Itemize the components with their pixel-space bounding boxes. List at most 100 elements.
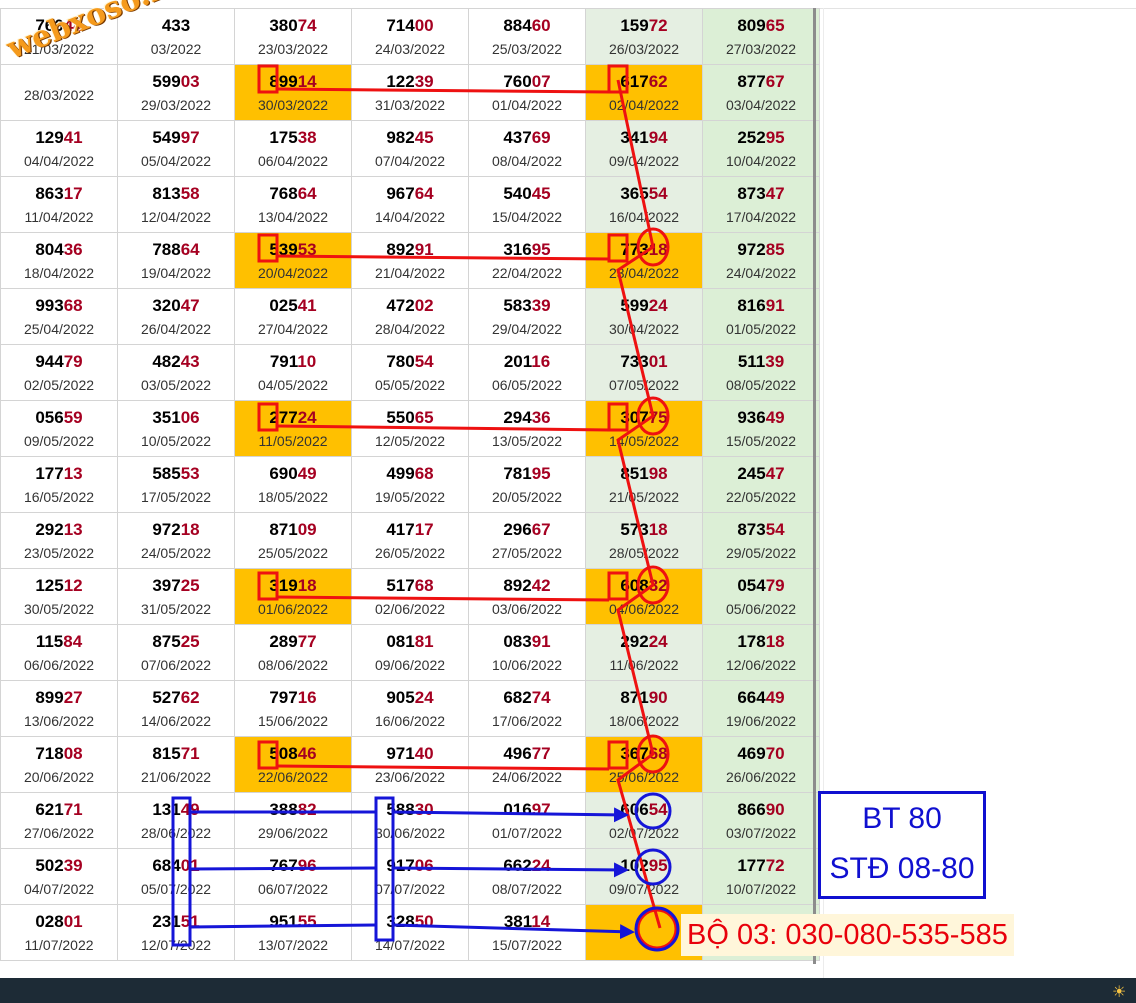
result-number: 47202 (352, 296, 468, 316)
result-number: 05659 (1, 408, 117, 428)
result-cell: 53953 20/04/2022 (234, 232, 352, 289)
result-date: 07/07/2022 (374, 880, 446, 897)
result-number: 38882 (235, 800, 351, 820)
result-cell: 25295 10/04/2022 (702, 120, 820, 177)
result-cell: 17538 06/04/2022 (234, 120, 352, 177)
number-prefix: 122 (386, 71, 415, 91)
result-date: 14/07/2022 (374, 936, 446, 953)
result-date: 21/04/2022 (374, 264, 446, 281)
result-number: 79110 (235, 352, 351, 372)
result-date: 30/05/2022 (23, 600, 95, 617)
result-date: 27/04/2022 (257, 320, 329, 337)
number-tail: 24 (414, 687, 434, 707)
result-cell: 51139 08/05/2022 (702, 344, 820, 401)
number-prefix: 972 (737, 239, 766, 259)
result-number: 29436 (469, 408, 585, 428)
result-date: 01/06/2022 (257, 600, 329, 617)
result-cell: 60654 02/07/2022 (585, 792, 703, 849)
number-prefix: 177 (35, 463, 64, 483)
weather-icon[interactable]: ☀ (1112, 982, 1134, 1001)
number-prefix: 773 (620, 239, 649, 259)
table-row: 12941 04/04/2022 54997 05/04/2022 17538 06/04… (0, 120, 820, 177)
number-tail: 47 (765, 463, 785, 483)
result-cell: 13149 28/06/2022 (117, 792, 235, 849)
number-prefix: 367 (620, 743, 649, 763)
number-tail: 49 (765, 687, 785, 707)
number-tail: 54 (648, 183, 668, 203)
number-tail: 08 (63, 743, 83, 763)
result-number: 59903 (118, 72, 234, 92)
result-date: 30/04/2022 (608, 320, 680, 337)
result-date: 25/04/2022 (23, 320, 95, 337)
result-date: 29/06/2022 (257, 824, 329, 841)
result-date: 25/06/2022 (608, 768, 680, 785)
number-prefix: 433 (161, 15, 191, 35)
result-date: 17/04/2022 (725, 208, 797, 225)
result-number: 91706 (352, 856, 468, 876)
result-number: 29224 (586, 632, 702, 652)
result-number: 50239 (1, 856, 117, 876)
number-tail: 70 (765, 743, 785, 763)
number-tail: 53 (180, 463, 200, 483)
result-number: 15972 (586, 16, 702, 36)
result-number: 27724 (235, 408, 351, 428)
number-prefix: 380 (269, 15, 298, 35)
number-tail: 54 (648, 799, 668, 819)
result-date: 16/05/2022 (23, 488, 95, 505)
result-number: 86690 (703, 800, 819, 820)
result-cell: 48243 03/05/2022 (117, 344, 235, 401)
number-tail: 62 (648, 71, 668, 91)
result-number: 58553 (118, 464, 234, 484)
result-cell: 17818 12/06/2022 (702, 624, 820, 681)
table-row: 28/03/2022 59903 29/03/2022 89914 30/03/2022… (0, 64, 820, 121)
number-prefix: 583 (503, 295, 532, 315)
result-number: 17713 (1, 464, 117, 484)
number-tail: 91 (531, 631, 551, 651)
result-cell: 78054 05/05/2022 (351, 344, 469, 401)
result-cell: 29213 23/05/2022 (0, 512, 118, 569)
result-date: 12/07/2022 (140, 936, 212, 953)
result-number: 39725 (118, 576, 234, 596)
result-number: 78195 (469, 464, 585, 484)
table-row: 50239 04/07/2022 68401 05/07/2022 76796 06/07… (0, 848, 820, 905)
result-cell: 36768 25/06/2022 (585, 736, 703, 793)
number-tail: 00 (414, 15, 434, 35)
result-date: 04/05/2022 (257, 376, 329, 393)
table-row: 12512 30/05/2022 39725 31/05/2022 31918 01/06… (0, 568, 820, 625)
result-number: 51768 (352, 576, 468, 596)
number-tail: 95 (648, 855, 668, 875)
result-date: 29/04/2022 (491, 320, 563, 337)
number-prefix: 365 (620, 183, 649, 203)
result-cell: 71808 20/06/2022 (0, 736, 118, 793)
result-cell: 86317 11/04/2022 (0, 176, 118, 233)
std-label: STĐ 08-80 (829, 852, 975, 885)
result-cell: 91706 07/07/2022 (351, 848, 469, 905)
result-cell: 66224 08/07/2022 (468, 848, 586, 905)
result-cell: 87109 25/05/2022 (234, 512, 352, 569)
result-date: 03/04/2022 (725, 96, 797, 113)
number-tail: 47 (180, 295, 200, 315)
result-cell: 46970 26/06/2022 (702, 736, 820, 793)
number-prefix: 588 (386, 799, 415, 819)
number-prefix: 899 (269, 71, 298, 91)
number-tail: 06 (180, 407, 200, 427)
result-number: 50846 (235, 744, 351, 764)
number-prefix: 292 (35, 519, 64, 539)
result-date: 27/05/2022 (491, 544, 563, 561)
result-date: 10/06/2022 (491, 656, 563, 673)
result-date: 02/05/2022 (23, 376, 95, 393)
result-number: 17538 (235, 128, 351, 148)
number-prefix: 159 (620, 15, 649, 35)
result-date: 09/04/2022 (608, 152, 680, 169)
result-date: 07/06/2022 (140, 656, 212, 673)
result-number: 51139 (703, 352, 819, 372)
number-prefix: 539 (269, 239, 298, 259)
number-prefix: 877 (737, 71, 766, 91)
result-cell: 29224 11/06/2022 (585, 624, 703, 681)
result-cell: 24547 22/05/2022 (702, 456, 820, 513)
result-cell: 66449 19/06/2022 (702, 680, 820, 737)
result-date: 26/03/2022 (608, 40, 680, 57)
number-prefix: 684 (152, 855, 181, 875)
result-number: 87190 (586, 688, 702, 708)
result-date: 24/06/2022 (491, 768, 563, 785)
